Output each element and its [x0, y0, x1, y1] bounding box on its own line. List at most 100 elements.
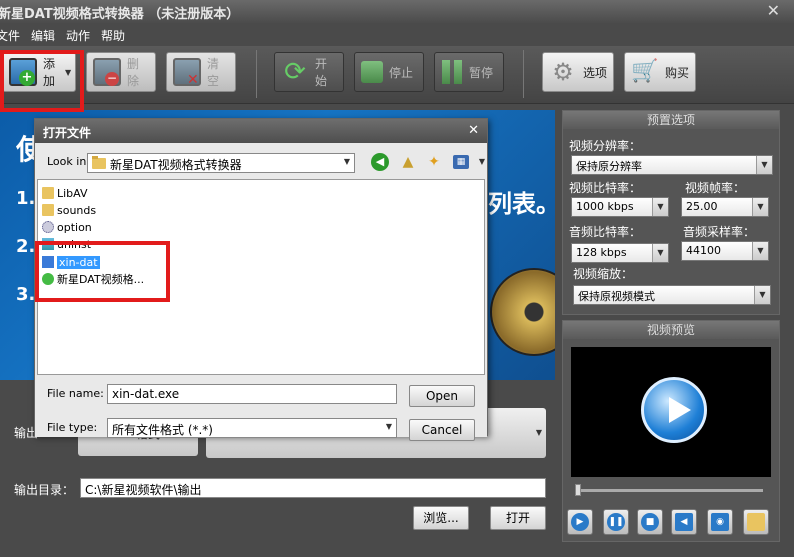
exe-icon — [42, 256, 54, 268]
resolution-select[interactable]: 保持原分辨率 ▼ — [571, 155, 773, 175]
toolbar-divider — [523, 50, 524, 98]
play-button[interactable]: ▶ — [567, 509, 593, 535]
clear-button[interactable]: ✕ 清空 — [166, 52, 236, 92]
snapshot-button[interactable]: ◉ — [707, 509, 733, 535]
new-folder-icon[interactable]: ✦ — [425, 153, 443, 171]
options-button-label: 选项 — [583, 65, 608, 80]
chevron-down-icon[interactable]: ▼ — [65, 68, 71, 77]
close-icon[interactable]: ✕ — [767, 1, 780, 20]
menu-action[interactable]: 动作 — [66, 27, 90, 44]
file-type-select[interactable]: 所有文件格式 (*.*) ▼ — [107, 418, 397, 438]
up-folder-icon[interactable]: ▲ — [399, 153, 417, 171]
stop-button-label: 停止 — [389, 65, 414, 80]
file-name: 新星DAT视频格... — [57, 273, 145, 286]
add-film-icon: + — [9, 58, 37, 86]
buy-button[interactable]: 🛒 购买 — [624, 52, 696, 92]
cancel-button[interactable]: Cancel — [409, 419, 475, 441]
setup-icon — [42, 238, 54, 250]
chevron-down-icon: ▼ — [756, 156, 772, 174]
volume-button[interactable]: ◀ — [671, 509, 697, 535]
look-in-label: Look in: — [47, 155, 90, 168]
audio-bitrate-select[interactable]: 128 kbps ▼ — [571, 243, 669, 263]
chevron-down-icon: ▼ — [754, 286, 770, 304]
menu-file[interactable]: 文件 — [0, 27, 20, 44]
play-icon[interactable] — [641, 377, 707, 443]
step-2-number: 2. — [16, 236, 36, 257]
view-menu-icon[interactable]: ▦ — [453, 155, 469, 169]
toolbar: + 添加 ▼ − 删除 ✕ 清空 ⟳ 开始 停止 暂停 ⚙ 选项 🛒 购买 — [0, 46, 794, 104]
output-dir-label: 输出目录： — [14, 483, 75, 497]
list-item[interactable]: sounds — [42, 202, 96, 218]
folder-icon — [747, 513, 765, 531]
close-icon[interactable]: ✕ — [468, 123, 479, 138]
open-output-button[interactable]: 打开 — [490, 506, 546, 530]
audio-bitrate-value: 128 kbps — [576, 246, 627, 259]
delete-film-icon: − — [93, 58, 121, 86]
add-button-label: 添加 — [43, 57, 56, 88]
chevron-down-icon[interactable]: ▼ — [473, 153, 491, 171]
start-button-label: 开始 — [315, 57, 328, 88]
toolbar-divider — [256, 50, 257, 98]
stop-button[interactable]: 停止 — [354, 52, 424, 92]
chevron-down-icon: ▼ — [343, 157, 350, 166]
play-icon: ▶ — [571, 513, 589, 531]
pause-button[interactable]: 暂停 — [434, 52, 504, 92]
list-item[interactable]: xin-dat — [42, 254, 100, 270]
list-item[interactable]: 新星DAT视频格... — [42, 271, 144, 287]
start-button[interactable]: ⟳ 开始 — [274, 52, 344, 92]
stop-icon — [361, 61, 383, 83]
preview-screen — [571, 347, 771, 477]
delete-button[interactable]: − 删除 — [86, 52, 156, 92]
delete-button-label: 删除 — [127, 57, 140, 88]
video-bitrate-label: 视频比特率： — [569, 181, 642, 195]
window-title: 新星DAT视频格式转换器 （未注册版本） — [0, 7, 240, 22]
dialog-body: Look in: 新星DAT视频格式转换器 ▼ ◀ ▲ ✦ ▦ ▼ LibAV … — [35, 143, 487, 441]
folder-icon — [92, 156, 106, 169]
file-name: xin-dat — [57, 255, 100, 269]
file-name: LibAV — [57, 186, 88, 200]
framerate-value: 25.00 — [686, 200, 718, 213]
file-type-value: 所有文件格式 (*.*) — [112, 423, 213, 437]
look-in-select[interactable]: 新星DAT视频格式转换器 ▼ — [87, 153, 355, 173]
video-bitrate-select[interactable]: 1000 kbps ▼ — [571, 197, 669, 217]
framerate-label: 视频帧率： — [685, 181, 746, 195]
folder-icon — [42, 204, 54, 216]
app-icon — [42, 273, 54, 285]
stop-preview-button[interactable]: ■ — [637, 509, 663, 535]
scale-select[interactable]: 保持原视频模式 ▼ — [573, 285, 771, 305]
audio-bitrate-label: 音频比特率： — [569, 225, 642, 239]
speaker-icon: ◀ — [675, 513, 693, 531]
preset-panel: 预置选项 视频分辨率： 保持原分辨率 ▼ 视频比特率： 视频帧率： 1000 k… — [562, 110, 780, 315]
preset-heading: 预置选项 — [563, 111, 779, 129]
list-item[interactable]: uninst — [42, 236, 91, 252]
dialog-title: 打开文件 — [35, 119, 487, 143]
buy-button-label: 购买 — [665, 65, 690, 80]
menu-edit[interactable]: 编辑 — [31, 27, 55, 44]
options-button[interactable]: ⚙ 选项 — [542, 52, 614, 92]
list-item[interactable]: option — [42, 219, 92, 235]
file-list[interactable]: LibAV sounds option uninst xin-dat 新星DAT… — [37, 179, 485, 375]
add-button[interactable]: + 添加 ▼ — [2, 52, 76, 92]
samplerate-select[interactable]: 44100 ▼ — [681, 241, 769, 261]
list-item[interactable]: LibAV — [42, 185, 88, 201]
cart-icon: 🛒 — [631, 59, 659, 84]
samplerate-value: 44100 — [686, 244, 721, 257]
seek-slider[interactable] — [575, 484, 763, 496]
refresh-icon: ⟳ — [284, 57, 306, 87]
pause-preview-button[interactable]: ❚❚ — [603, 509, 629, 535]
chevron-down-icon: ▼ — [535, 428, 542, 437]
pause-icon — [441, 60, 463, 84]
chevron-down-icon: ▼ — [652, 244, 668, 262]
open-file-dialog: 打开文件 ✕ Look in: 新星DAT视频格式转换器 ▼ ◀ ▲ ✦ ▦ ▼… — [34, 118, 488, 441]
file-name-input[interactable]: xin-dat.exe — [107, 384, 397, 404]
browse-button[interactable]: 浏览... — [413, 506, 469, 530]
banner-list-text: 列表。 — [488, 190, 555, 218]
menu-help[interactable]: 帮助 — [101, 27, 125, 44]
open-button[interactable]: Open — [409, 385, 475, 407]
framerate-select[interactable]: 25.00 ▼ — [681, 197, 769, 217]
back-icon[interactable]: ◀ — [371, 153, 389, 171]
open-folder-button[interactable] — [743, 509, 769, 535]
output-dir-field[interactable]: C:\新星视频软件\输出 — [80, 478, 546, 498]
seek-slider-handle[interactable] — [575, 484, 581, 496]
pause-button-label: 暂停 — [469, 65, 494, 80]
